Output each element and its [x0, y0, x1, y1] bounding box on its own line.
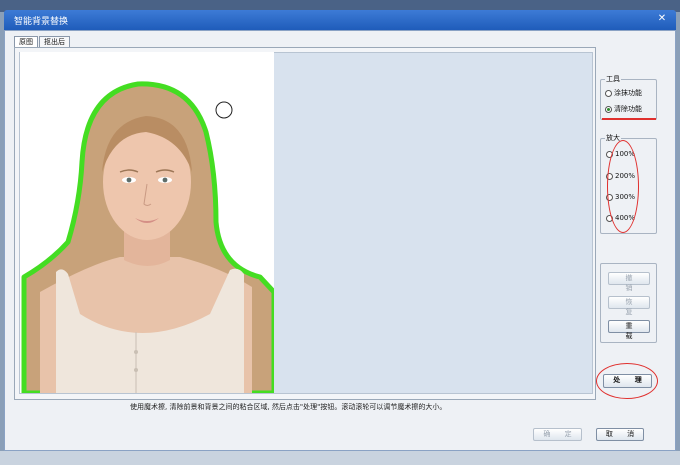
ok-label: 确 定 — [543, 430, 578, 438]
reset-button[interactable]: 重 载 — [608, 320, 650, 340]
close-icon[interactable]: ✕ — [656, 13, 668, 25]
radio-selected-icon — [605, 105, 612, 113]
redo-label: 恢 复 — [625, 298, 639, 316]
annotation-ellipse-process — [596, 363, 658, 399]
annotation-underline — [602, 118, 656, 120]
app-window: 智能背景替换 ✕ 原图 抠出后 工具 涂抹功能 清除功能 放大 100% 200… — [0, 0, 680, 465]
undo-label: 撤 销 — [625, 274, 639, 292]
background-taskbar — [0, 451, 680, 465]
eraser-cursor — [215, 101, 233, 119]
portrait-photo[interactable] — [20, 52, 274, 393]
erase-tool-option[interactable]: 清除功能 — [605, 104, 642, 114]
undo-button[interactable]: 撤 销 — [608, 272, 650, 292]
cancel-button[interactable]: 取 消 — [596, 428, 644, 441]
smear-tool-label: 涂抹功能 — [614, 89, 642, 97]
radio-icon — [605, 89, 612, 97]
window-title: 智能背景替换 — [14, 17, 69, 27]
reset-label: 重 载 — [625, 322, 639, 340]
redo-button[interactable]: 恢 复 — [608, 296, 650, 316]
erase-tool-label: 清除功能 — [614, 105, 642, 113]
tools-legend: 工具 — [605, 74, 621, 84]
cancel-label: 取 消 — [605, 430, 641, 438]
title-bar[interactable]: 智能背景替换 ✕ — [4, 10, 676, 30]
instruction-text: 使用魔术擦, 清除前景和背景之间的粘合区域, 然后点击"处理"按钮。滚动滚轮可以… — [130, 403, 447, 411]
smear-tool-option[interactable]: 涂抹功能 — [605, 88, 642, 98]
ok-button[interactable]: 确 定 — [533, 428, 582, 441]
annotation-ellipse-zoom — [607, 140, 639, 233]
